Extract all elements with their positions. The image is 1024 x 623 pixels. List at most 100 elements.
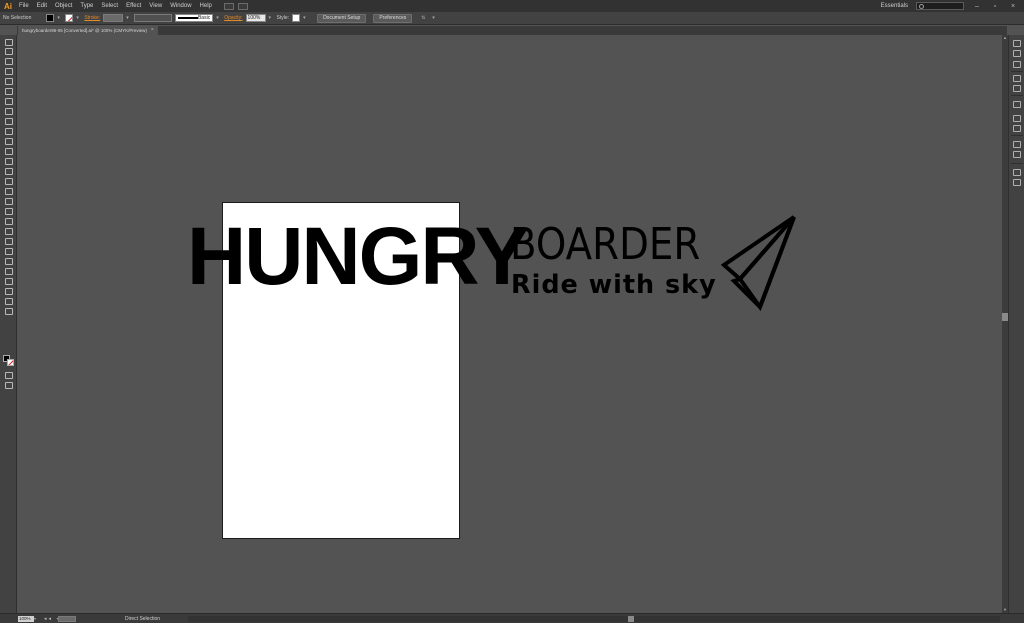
artboards-panel-icon[interactable]	[1013, 179, 1021, 186]
fill-stroke-control[interactable]	[3, 355, 14, 366]
help-search-input[interactable]	[916, 2, 964, 10]
free-transform-tool-icon[interactable]	[4, 187, 13, 195]
brand-text[interactable]: BOARDER	[510, 223, 700, 267]
brushes-panel-icon[interactable]	[1013, 75, 1021, 82]
direct-selection-tool-icon[interactable]	[4, 47, 13, 55]
selection-tool-icon[interactable]	[4, 38, 13, 46]
chevron-down-icon[interactable]: ▾	[126, 14, 131, 22]
perspective-grid-tool-icon[interactable]	[4, 207, 13, 215]
arrange-icon[interactable]: ⇅	[421, 14, 429, 22]
rectangle-tool-icon[interactable]	[4, 107, 13, 115]
blend-tool-icon[interactable]	[4, 247, 13, 255]
menu-file[interactable]: File	[15, 0, 33, 12]
zoom-level-field[interactable]: 100%	[18, 616, 34, 622]
eraser-tool-icon[interactable]	[4, 147, 13, 155]
type-tool-icon[interactable]	[4, 87, 13, 95]
close-icon[interactable]: ×	[1008, 3, 1018, 10]
stroke-weight-field[interactable]	[103, 14, 124, 22]
stroke-preview	[178, 17, 198, 19]
transparency-panel-icon[interactable]	[1013, 125, 1021, 132]
artboard-tool-icon[interactable]	[4, 277, 13, 285]
variable-width-field[interactable]	[134, 14, 173, 22]
horizontal-scrollbar[interactable]	[188, 616, 1000, 622]
brush-definition-field[interactable]: Basic	[175, 14, 214, 22]
gradient-panel-icon[interactable]	[1013, 115, 1021, 122]
graphic-style-swatch[interactable]	[292, 14, 301, 22]
arrange-documents-icon[interactable]	[237, 2, 248, 10]
fill-swatch[interactable]	[46, 14, 55, 22]
chevron-down-icon[interactable]: ▾	[303, 14, 308, 22]
chevron-down-icon[interactable]: ▾	[34, 616, 38, 622]
color-panel-icon[interactable]	[1013, 40, 1021, 47]
layers-panel-icon[interactable]	[1013, 169, 1021, 176]
chevron-down-icon[interactable]: ▾	[76, 14, 81, 22]
chevron-down-icon[interactable]: ▾	[269, 14, 274, 22]
stroke-label[interactable]: Stroke:	[84, 15, 100, 21]
menu-edit[interactable]: Edit	[33, 0, 51, 12]
symbol-sprayer-tool-icon[interactable]	[4, 257, 13, 265]
line-tool-icon[interactable]	[4, 97, 13, 105]
swatches-panel-icon[interactable]	[1013, 61, 1021, 68]
paper-plane-icon[interactable]	[720, 213, 796, 311]
chevron-down-icon[interactable]: ▾	[57, 14, 62, 22]
eyedropper-tool-icon[interactable]	[4, 237, 13, 245]
magic-wand-tool-icon[interactable]	[4, 57, 13, 65]
scale-tool-icon[interactable]	[4, 167, 13, 175]
hand-tool-icon[interactable]	[4, 297, 13, 305]
stroke-swatch[interactable]	[65, 14, 74, 22]
paintbrush-tool-icon[interactable]	[4, 117, 13, 125]
document-tab[interactable]: hungryboarder95-06 [Converted].ai* @ 100…	[18, 26, 158, 35]
pen-tool-icon[interactable]	[4, 77, 13, 85]
menu-window[interactable]: Window	[166, 0, 195, 12]
selection-status: No Selection	[3, 15, 32, 21]
slice-tool-icon[interactable]	[4, 287, 13, 295]
graphic-styles-panel-icon[interactable]	[1013, 151, 1021, 158]
menu-help[interactable]: Help	[196, 0, 216, 12]
artboard-number-field[interactable]	[58, 616, 76, 622]
maximize-icon[interactable]: ▫	[990, 3, 1000, 10]
opacity-label[interactable]: Opacity:	[224, 15, 242, 21]
stroke-panel-icon[interactable]	[1013, 101, 1021, 108]
style-label: Style:	[276, 15, 290, 21]
headline-text[interactable]: HUNGRY	[187, 216, 529, 298]
width-tool-icon[interactable]	[4, 177, 13, 185]
appearance-panel-icon[interactable]	[1013, 141, 1021, 148]
zoom-tool-icon[interactable]	[4, 307, 13, 315]
document-setup-button[interactable]: Document Setup	[317, 13, 367, 23]
current-tool-status: Direct Selection	[125, 616, 161, 622]
column-graph-tool-icon[interactable]	[4, 267, 13, 275]
blob-brush-tool-icon[interactable]	[4, 137, 13, 145]
gradient-tool-icon[interactable]	[4, 227, 13, 235]
menu-select[interactable]: Select	[97, 0, 122, 12]
rotate-tool-icon[interactable]	[4, 157, 13, 165]
horizontal-scroll-thumb[interactable]	[628, 616, 634, 622]
opacity-field[interactable]: 100%	[245, 14, 266, 22]
canvas[interactable]: HUNGRY BOARDER Ride with sky	[18, 35, 1002, 613]
chevron-down-icon[interactable]: ▾	[432, 14, 437, 22]
workspace-switcher[interactable]: Essentials	[881, 3, 908, 9]
menu-object[interactable]: Object	[51, 0, 76, 12]
tools-panel	[0, 35, 17, 613]
chevron-down-icon[interactable]: ▾	[216, 14, 221, 22]
screen-mode-icon[interactable]	[4, 381, 13, 389]
lasso-tool-icon[interactable]	[4, 67, 13, 75]
close-icon[interactable]: ×	[151, 26, 154, 35]
search-icon	[919, 3, 924, 9]
control-bar: No Selection ▾ ▾ Stroke: ▾ Basic ▾ Opaci…	[0, 12, 1024, 25]
stroke-color-box[interactable]	[7, 359, 14, 366]
mesh-tool-icon[interactable]	[4, 217, 13, 225]
document-tab-title: hungryboarder95-06 [Converted].ai* @ 100…	[22, 28, 147, 33]
bridge-icon[interactable]	[223, 2, 234, 10]
pencil-tool-icon[interactable]	[4, 127, 13, 135]
shape-builder-tool-icon[interactable]	[4, 197, 13, 205]
menu-view[interactable]: View	[145, 0, 166, 12]
color-mode-icon[interactable]	[4, 371, 13, 379]
minimize-icon[interactable]: –	[972, 3, 982, 10]
menu-type[interactable]: Type	[76, 0, 97, 12]
menu-effect[interactable]: Effect	[122, 0, 145, 12]
tagline-text[interactable]: Ride with sky	[511, 272, 717, 298]
app-logo: Ai	[4, 1, 12, 11]
symbols-panel-icon[interactable]	[1013, 85, 1021, 92]
color-guide-panel-icon[interactable]	[1013, 50, 1021, 57]
preferences-button[interactable]: Preferences	[373, 13, 413, 23]
